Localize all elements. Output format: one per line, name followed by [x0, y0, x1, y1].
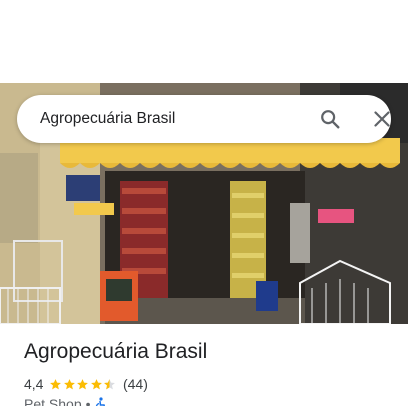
wheelchair-icon — [95, 397, 105, 406]
rating-value: 4,4 — [24, 376, 44, 392]
star-icon — [91, 378, 102, 389]
separator-dot: • — [85, 396, 91, 406]
star-icon — [64, 378, 75, 389]
place-title: Agropecuária Brasil — [24, 340, 208, 363]
category-label: Pet Shop — [24, 396, 82, 406]
search-icon — [321, 110, 340, 129]
search-bar — [17, 95, 391, 143]
category-row: Pet Shop • — [24, 396, 107, 406]
star-icon — [50, 378, 62, 389]
star-rating — [49, 378, 117, 391]
half-star-icon — [104, 378, 116, 389]
star-icon — [77, 378, 89, 389]
search-input[interactable] — [40, 108, 290, 130]
clear-search-button[interactable] — [368, 106, 396, 132]
review-count: (44) — [122, 376, 148, 392]
rating-row[interactable]: 4,4 (44) — [24, 375, 148, 393]
close-icon — [374, 111, 390, 127]
search-button[interactable] — [316, 106, 344, 132]
